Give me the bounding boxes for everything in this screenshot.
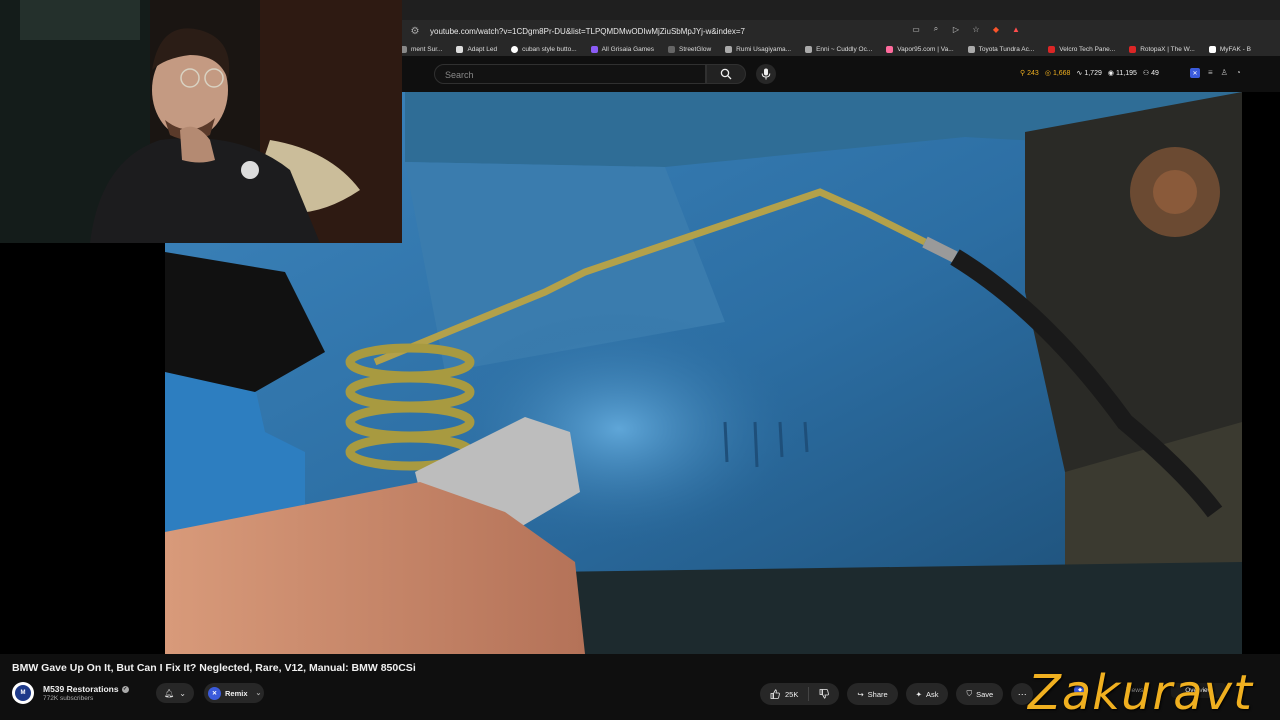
remix-icon: ✕ (208, 686, 221, 700)
stat-followers: ⚲ 243 (1020, 69, 1039, 78)
channel-logo-icon: M (15, 685, 31, 701)
chevron-down-icon: ⌄ (255, 690, 262, 697)
streamer-watermark: Zakuravt (1028, 665, 1253, 720)
bookmarks-bar: ment Sur... Adapt Led cuban style butto.… (400, 42, 1280, 56)
channel-avatar[interactable]: M (12, 682, 34, 704)
channel-row: M M539 Restorations ✓ 772K subscribers 🔔︎… (12, 681, 264, 705)
menu-lines-icon[interactable]: ≡ (1208, 68, 1213, 78)
webcam-feed-image (0, 0, 402, 243)
address-bar-actions: ▭ ⌕ ▷ ☆ ◆ ▲ (910, 23, 1022, 35)
ask-label: Ask (925, 689, 939, 699)
coin-icon: ◎ (1044, 70, 1051, 77)
share-arrow-icon: ↪ (857, 689, 864, 699)
sparkle-icon: ✦ (915, 689, 922, 699)
trophy-icon[interactable]: ♙ (1221, 68, 1228, 78)
chart-icon: ∿ (1076, 70, 1083, 77)
bookmark-star-icon[interactable]: ☆ (970, 23, 982, 35)
rewards-triangle-icon[interactable]: ▲ (1010, 23, 1022, 35)
remix-button[interactable]: ✕ Remix ⌄ (204, 683, 264, 703)
bookmark-icon: ⛉ (966, 689, 973, 698)
bookmark-item[interactable]: Rumi Usagiyama... (725, 45, 791, 53)
bookmark-favicon-icon (1208, 45, 1216, 53)
like-count: 25K (785, 689, 799, 699)
brave-shields-icon[interactable]: ◆ (990, 23, 1002, 35)
search-icon (720, 68, 732, 80)
bookmark-item[interactable]: Velcro Tech Pane... (1048, 45, 1115, 53)
bookmark-item[interactable]: Enni ~ Cuddly Oc... (805, 45, 872, 53)
address-bar-url: youtube.com/watch?v=1CDgm8Pr-DU&list=TLP… (430, 26, 745, 36)
bookmark-favicon-icon (1048, 45, 1056, 53)
person-icon: ⚲ (1020, 70, 1026, 77)
bookmark-favicon-icon (1129, 45, 1137, 53)
webcam-overlay (0, 0, 402, 243)
stat-chart: ∿ 1,729 (1076, 69, 1102, 78)
extension-stats: ⚲ 243 ◎ 1,668 ∿ 1,729 ◉ 11,195 ⚇ 49 (1020, 69, 1159, 78)
bookmark-item[interactable]: Vapor95.com | Va... (886, 45, 954, 53)
share-button[interactable]: ↪ Share (847, 683, 898, 705)
screen: ⚙ youtube.com/watch?v=1CDgm8Pr-DU&list=T… (0, 0, 1280, 720)
chevron-down-icon: ⌄ (179, 688, 186, 698)
stat-views: ◉ 11,195 (1107, 69, 1137, 78)
save-label: Save (976, 689, 994, 699)
media-icon[interactable]: ▷ (950, 23, 962, 35)
more-horizontal-icon: ⋯ (1017, 688, 1027, 699)
bookmark-favicon-icon (725, 45, 733, 53)
header-icons: ✕ ≡ ♙ ◔ (1190, 68, 1241, 78)
dislike-button[interactable] (809, 689, 839, 699)
ask-button[interactable]: ✦ Ask (905, 683, 949, 705)
microphone-icon (761, 68, 771, 80)
channel-name-row[interactable]: M539 Restorations ✓ (43, 684, 143, 694)
bookmark-item[interactable]: StreetGlow (668, 45, 711, 53)
bookmark-item[interactable]: All Grisaia Games (590, 45, 654, 53)
thumbs-up-icon (770, 689, 780, 699)
video-actions: 25K ↪ Share ✦ Ask ⛉ Save ⋯ (760, 683, 1034, 705)
thumbs-down-icon (819, 689, 830, 699)
subscription-notifications-button[interactable]: 🔔︎ ⌄ (156, 683, 194, 703)
bookmark-favicon-icon (886, 45, 894, 53)
site-settings-icon[interactable]: ⚙ (408, 24, 422, 38)
stat-coins: ◎ 1,668 (1044, 69, 1071, 78)
bookmark-favicon-icon (590, 45, 598, 53)
bookmark-item[interactable]: RotopaX | The W... (1129, 45, 1195, 53)
extension-badge-icon[interactable]: ✕ (1190, 68, 1200, 78)
zoom-icon[interactable]: ⌕ (930, 23, 942, 35)
eye-icon: ◉ (1107, 70, 1114, 77)
bookmark-favicon-icon (668, 45, 676, 53)
bookmark-item[interactable]: MyFAK - B (1208, 45, 1251, 53)
users-icon: ⚇ (1142, 70, 1150, 77)
save-button[interactable]: ⛉ Save (956, 683, 1004, 705)
stat-viewers: ⚇ 49 (1142, 69, 1159, 78)
verified-check-icon: ✓ (121, 685, 129, 693)
subscriber-count: 772K subscribers (43, 695, 94, 702)
like-button[interactable]: 25K (760, 687, 810, 701)
voice-search-button[interactable] (756, 64, 776, 84)
search-box (434, 64, 706, 84)
remix-label: Remix (225, 688, 248, 698)
bookmark-item[interactable]: Toyota Tundra Ac... (967, 45, 1034, 53)
channel-text: M539 Restorations ✓ 772K subscribers (43, 684, 143, 702)
bookmark-item[interactable]: ment Sur... (400, 45, 442, 53)
notification-bell-icon: 🔔︎ (164, 688, 175, 698)
notifications-bell-icon[interactable]: ◔ (1236, 68, 1241, 78)
search-input[interactable] (435, 66, 705, 84)
bookmark-item[interactable]: Adapt Led (456, 45, 497, 53)
bookmark-item[interactable]: cuban style butto... (511, 45, 577, 53)
channel-name: M539 Restorations (43, 684, 119, 694)
share-label: Share (867, 689, 888, 699)
video-title: BMW Gave Up On It, But Can I Fix It? Neg… (12, 662, 416, 674)
bookmark-favicon-icon (805, 45, 813, 53)
like-dislike-group: 25K (760, 683, 840, 705)
youtube-header: ⚲243 ◎1,668 ∿1,729 ◉11,195 ⚇49 ✕ ≡ ♙ ◔ (400, 56, 1280, 92)
bookmark-favicon-icon (967, 45, 975, 53)
search-button[interactable] (706, 64, 746, 84)
bookmark-favicon-icon (456, 45, 464, 53)
bookmark-favicon-icon (511, 45, 519, 53)
picture-in-picture-icon[interactable]: ▭ (910, 23, 922, 35)
